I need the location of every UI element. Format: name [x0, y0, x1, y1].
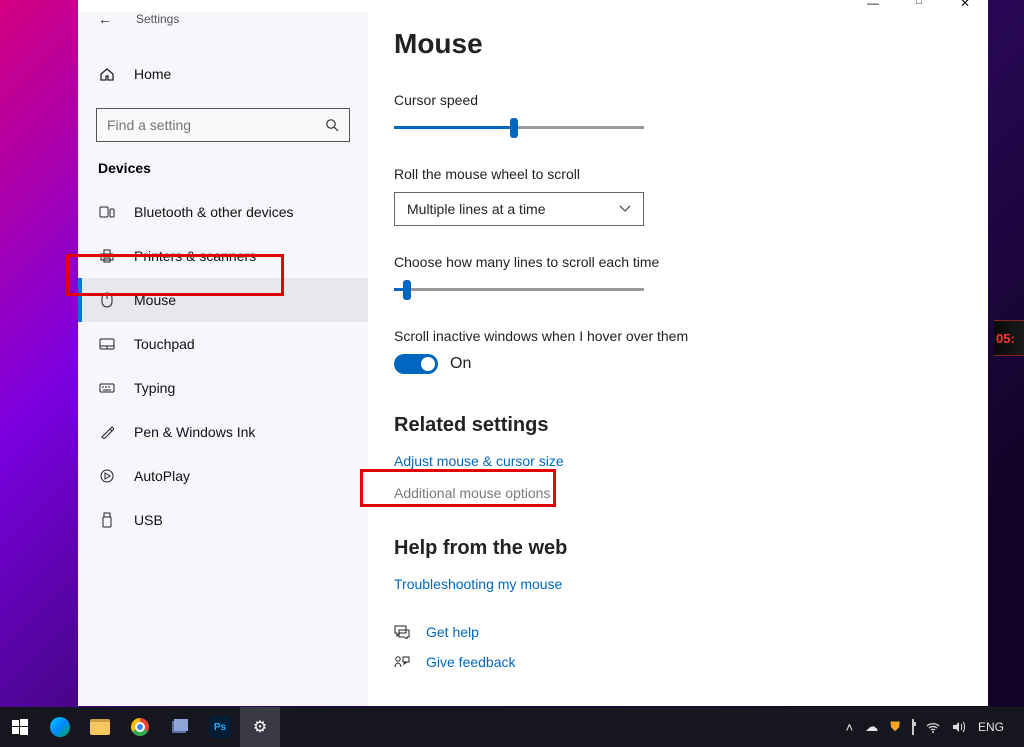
sidebar-item-label: Bluetooth & other devices [134, 204, 294, 220]
link-give-feedback[interactable]: Give feedback [426, 654, 516, 670]
sidebar-item-label: Printers & scanners [134, 248, 256, 264]
taskbar-photoshop[interactable]: Ps [200, 707, 240, 747]
sidebar-item-label: Home [134, 66, 171, 82]
app-title: Settings [136, 12, 179, 26]
taskbar[interactable]: Ps ⚙ ˄ ☁ ⛊ ENG [0, 707, 1024, 747]
sidebar-item-label: Mouse [134, 292, 176, 308]
autoplay-icon [98, 469, 116, 483]
tray-security-icon[interactable]: ⛊ [890, 719, 900, 735]
taskbar-settings[interactable]: ⚙ [240, 707, 280, 747]
taskbar-chrome[interactable] [120, 707, 160, 747]
taskbar-explorer[interactable] [80, 707, 120, 747]
sidebar-item-pen[interactable]: Pen & Windows Ink [78, 410, 368, 454]
search-field[interactable] [107, 117, 325, 133]
chevron-down-icon [619, 205, 631, 213]
usb-icon [98, 512, 116, 528]
window-titlebar: — □ ✕ [78, 0, 988, 12]
settings-window: — □ ✕ ← Settings Home De [78, 0, 988, 706]
roll-label: Roll the mouse wheel to scroll [394, 166, 968, 182]
search-icon [325, 118, 339, 132]
sidebar-item-label: USB [134, 512, 163, 528]
cursor-speed-slider[interactable] [394, 118, 644, 138]
desk-clock-partial: 05: [994, 320, 1024, 356]
home-icon [98, 66, 116, 82]
tray-language[interactable]: ENG [978, 720, 1004, 734]
keyboard-icon [98, 383, 116, 393]
help-heading: Help from the web [394, 537, 968, 560]
sidebar-item-printers[interactable]: Printers & scanners [78, 234, 368, 278]
sidebar-item-label: Typing [134, 380, 175, 396]
taskbar-start-button[interactable] [0, 707, 40, 747]
tray-battery-icon[interactable] [912, 720, 914, 734]
settings-sidebar: ← Settings Home Devices Blue [78, 12, 368, 706]
lines-slider[interactable] [394, 280, 644, 300]
tray-onedrive-icon[interactable]: ☁ [865, 719, 878, 735]
cursor-speed-label: Cursor speed [394, 92, 968, 108]
lines-label: Choose how many lines to scroll each tim… [394, 254, 968, 270]
inactive-toggle-value: On [450, 355, 471, 373]
sidebar-item-touchpad[interactable]: Touchpad [78, 322, 368, 366]
sidebar-item-bluetooth[interactable]: Bluetooth & other devices [78, 190, 368, 234]
window-maximize-button[interactable]: □ [896, 0, 942, 16]
sidebar-item-label: Touchpad [134, 336, 195, 352]
feedback-icon [394, 655, 410, 669]
settings-main: Mouse Cursor speed Roll the mouse wheel … [368, 12, 988, 706]
inactive-toggle[interactable] [394, 354, 438, 374]
roll-select[interactable]: Multiple lines at a time [394, 192, 644, 226]
link-get-help[interactable]: Get help [426, 624, 479, 640]
printer-icon [98, 249, 116, 263]
mouse-icon [98, 292, 116, 308]
related-heading: Related settings [394, 414, 968, 437]
sidebar-item-usb[interactable]: USB [78, 498, 368, 542]
taskbar-edge[interactable] [40, 707, 80, 747]
back-button[interactable]: ← [98, 11, 112, 27]
sidebar-item-typing[interactable]: Typing [78, 366, 368, 410]
search-input[interactable] [96, 108, 350, 142]
link-adjust-mouse-cursor-size[interactable]: Adjust mouse & cursor size [394, 453, 968, 469]
page-title: Mouse [394, 28, 968, 60]
link-troubleshoot-mouse[interactable]: Troubleshooting my mouse [394, 576, 968, 592]
sidebar-section-title: Devices [78, 160, 368, 190]
devices-icon [98, 205, 116, 219]
chat-icon [394, 625, 410, 639]
sidebar-item-label: AutoPlay [134, 468, 190, 484]
sidebar-item-mouse[interactable]: Mouse [78, 278, 368, 322]
system-tray[interactable]: ˄ ☁ ⛊ ENG [846, 719, 1024, 735]
link-additional-mouse-options[interactable]: Additional mouse options [394, 485, 968, 501]
sidebar-item-home[interactable]: Home [78, 52, 368, 96]
tray-wifi-icon[interactable] [926, 722, 940, 733]
sidebar-item-autoplay[interactable]: AutoPlay [78, 454, 368, 498]
window-close-button[interactable]: ✕ [942, 0, 988, 16]
pen-icon [98, 425, 116, 439]
inactive-label: Scroll inactive windows when I hover ove… [394, 328, 968, 344]
touchpad-icon [98, 338, 116, 350]
taskbar-app[interactable] [160, 707, 200, 747]
window-minimize-button[interactable]: — [850, 0, 896, 16]
tray-chevron-up-icon[interactable]: ˄ [846, 720, 854, 735]
tray-volume-icon[interactable] [952, 721, 966, 733]
roll-select-value: Multiple lines at a time [407, 201, 546, 217]
sidebar-item-label: Pen & Windows Ink [134, 424, 255, 440]
